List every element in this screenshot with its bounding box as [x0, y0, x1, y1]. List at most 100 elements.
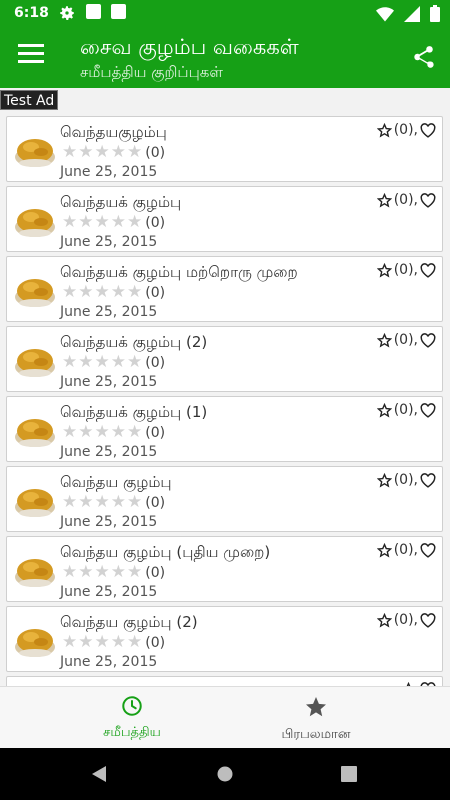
recents-icon[interactable] [341, 766, 357, 782]
card-actions: (0), [376, 472, 436, 488]
empty-star-icon: ★ [78, 632, 94, 652]
heart-outline-icon[interactable] [420, 122, 436, 138]
empty-star-icon: ★ [62, 212, 78, 232]
star-outline-icon[interactable] [376, 262, 392, 278]
star-outline-icon[interactable] [376, 472, 392, 488]
empty-star-icon: ★ [62, 352, 78, 372]
empty-star-icon: ★ [94, 422, 110, 442]
empty-star-icon: ★ [110, 212, 126, 232]
bottom-navigation: சமீபத்திய பிரபலமான [0, 686, 450, 748]
heart-outline-icon[interactable] [420, 332, 436, 348]
star-outline-icon[interactable] [376, 122, 392, 138]
notification-square-icon [86, 4, 101, 19]
recipe-thumbnail [15, 349, 55, 377]
empty-star-icon: ★ [94, 212, 110, 232]
rating-count: (0) [145, 354, 166, 371]
empty-star-icon: ★ [94, 632, 110, 652]
nav-popular-label: பிரபலமான [281, 727, 351, 742]
recipe-date: June 25, 2015 [60, 234, 158, 250]
menu-button[interactable] [18, 44, 44, 70]
star-outline-icon[interactable] [376, 612, 392, 628]
star-outline-icon[interactable] [376, 542, 392, 558]
battery-icon [430, 5, 440, 22]
menu-icon-bar [18, 52, 44, 55]
empty-star-icon: ★ [127, 632, 143, 652]
empty-star-icon: ★ [62, 562, 78, 582]
rating-stars[interactable]: ★ ★ ★ ★ ★ (0) [62, 284, 165, 301]
gear-icon [60, 6, 74, 21]
recipe-title: வெந்தய குழம்பு (2) [60, 613, 198, 631]
recipe-date: June 25, 2015 [60, 374, 158, 390]
rating-stars[interactable]: ★ ★ ★ ★ ★ (0) [62, 354, 165, 371]
rating-stars[interactable]: ★ ★ ★ ★ ★ (0) [62, 144, 165, 161]
recipe-date: June 25, 2015 [60, 304, 158, 320]
star-outline-icon[interactable] [376, 332, 392, 348]
recipe-card[interactable]: வெந்தய குழம்பு (2) ★ ★ ★ ★ ★ (0) June 25, 2015 (… [6, 606, 443, 672]
heart-outline-icon[interactable] [420, 192, 436, 208]
empty-star-icon: ★ [94, 352, 110, 372]
favorite-count: (0), [393, 472, 418, 488]
empty-star-icon: ★ [62, 142, 78, 162]
heart-outline-icon[interactable] [420, 262, 436, 278]
recipe-title: வெந்தயக் குழம்பு (2) [60, 333, 208, 351]
recipe-date: June 25, 2015 [60, 584, 158, 600]
app-bar: சைவ குழம்ப வகைகள் சமீபத்திய குறிப்புகள் [0, 28, 450, 88]
signal-icon [404, 5, 420, 22]
rating-count: (0) [145, 424, 166, 441]
empty-star-icon: ★ [127, 422, 143, 442]
recipe-thumbnail [15, 139, 55, 167]
recipe-card[interactable]: வெந்தய குழம்பு ★ ★ ★ ★ ★ (0) June 25, 2015 (0), [6, 466, 443, 532]
card-actions: (0), [376, 262, 436, 278]
menu-icon-bar [18, 44, 44, 47]
share-icon[interactable] [410, 44, 436, 70]
recipe-card[interactable]: வெந்தயக் குழம்பு (1) ★ ★ ★ ★ ★ (0) June 25, 201… [6, 396, 443, 462]
rating-stars[interactable]: ★ ★ ★ ★ ★ (0) [62, 424, 165, 441]
empty-star-icon: ★ [127, 352, 143, 372]
recipe-date: June 25, 2015 [60, 654, 158, 670]
back-icon[interactable] [92, 766, 108, 782]
recipe-card[interactable]: வெந்தயக் குழம்பு (2) ★ ★ ★ ★ ★ (0) June 25, 201… [6, 326, 443, 392]
heart-outline-icon[interactable] [420, 472, 436, 488]
star-icon [306, 697, 326, 717]
heart-outline-icon[interactable] [420, 612, 436, 628]
star-outline-icon[interactable] [376, 192, 392, 208]
wifi-icon [376, 6, 394, 21]
card-actions: (0), [376, 192, 436, 208]
empty-star-icon: ★ [110, 142, 126, 162]
recipe-title: வெந்தயக் குழம்பு மற்றொரு முறை [60, 263, 298, 281]
heart-outline-icon[interactable] [420, 402, 436, 418]
empty-star-icon: ★ [94, 282, 110, 302]
rating-stars[interactable]: ★ ★ ★ ★ ★ (0) [62, 214, 165, 231]
heart-outline-icon[interactable] [420, 542, 436, 558]
empty-star-icon: ★ [94, 142, 110, 162]
recipe-card[interactable]: வெந்தயக் குழம்பு ★ ★ ★ ★ ★ (0) June 25, 2015 (0)… [6, 186, 443, 252]
favorite-count: (0), [393, 332, 418, 348]
card-actions: (0), [376, 612, 436, 628]
nav-popular[interactable]: பிரபலமான [236, 695, 396, 743]
nav-recent[interactable]: சமீபத்திய [52, 695, 212, 741]
star-outline-icon[interactable] [376, 402, 392, 418]
rating-stars[interactable]: ★ ★ ★ ★ ★ (0) [62, 564, 165, 581]
system-status-icons [376, 5, 440, 22]
recipe-card[interactable]: வெந்தயகுழம்பு ★ ★ ★ ★ ★ (0) June 25, 2015 (0), [6, 116, 443, 182]
empty-star-icon: ★ [62, 632, 78, 652]
clock-icon [122, 696, 142, 716]
card-actions: (0), [376, 122, 436, 138]
recipe-title: வெந்தய குழம்பு [60, 473, 172, 491]
test-ad-badge[interactable]: Test Ad [0, 90, 59, 110]
page-subtitle: சமீபத்திய குறிப்புகள் [80, 63, 223, 81]
rating-count: (0) [145, 564, 166, 581]
system-navigation-bar [0, 748, 450, 800]
empty-star-icon: ★ [127, 562, 143, 582]
home-icon[interactable] [217, 766, 233, 782]
recipe-thumbnail [15, 559, 55, 587]
recipe-card[interactable]: ★★★★★ [6, 676, 443, 686]
recipe-card[interactable]: வெந்தயக் குழம்பு மற்றொரு முறை ★ ★ ★ ★ ★ (0) Jun… [6, 256, 443, 322]
recipe-card[interactable]: வெந்தய குழம்பு (புதிய முறை) ★ ★ ★ ★ ★ (0) June … [6, 536, 443, 602]
menu-icon-bar [18, 60, 44, 63]
empty-star-icon: ★ [78, 142, 94, 162]
rating-stars[interactable]: ★ ★ ★ ★ ★ (0) [62, 494, 165, 511]
empty-star-icon: ★ [94, 492, 110, 512]
favorite-count: (0), [393, 542, 418, 558]
rating-stars[interactable]: ★ ★ ★ ★ ★ (0) [62, 634, 165, 651]
